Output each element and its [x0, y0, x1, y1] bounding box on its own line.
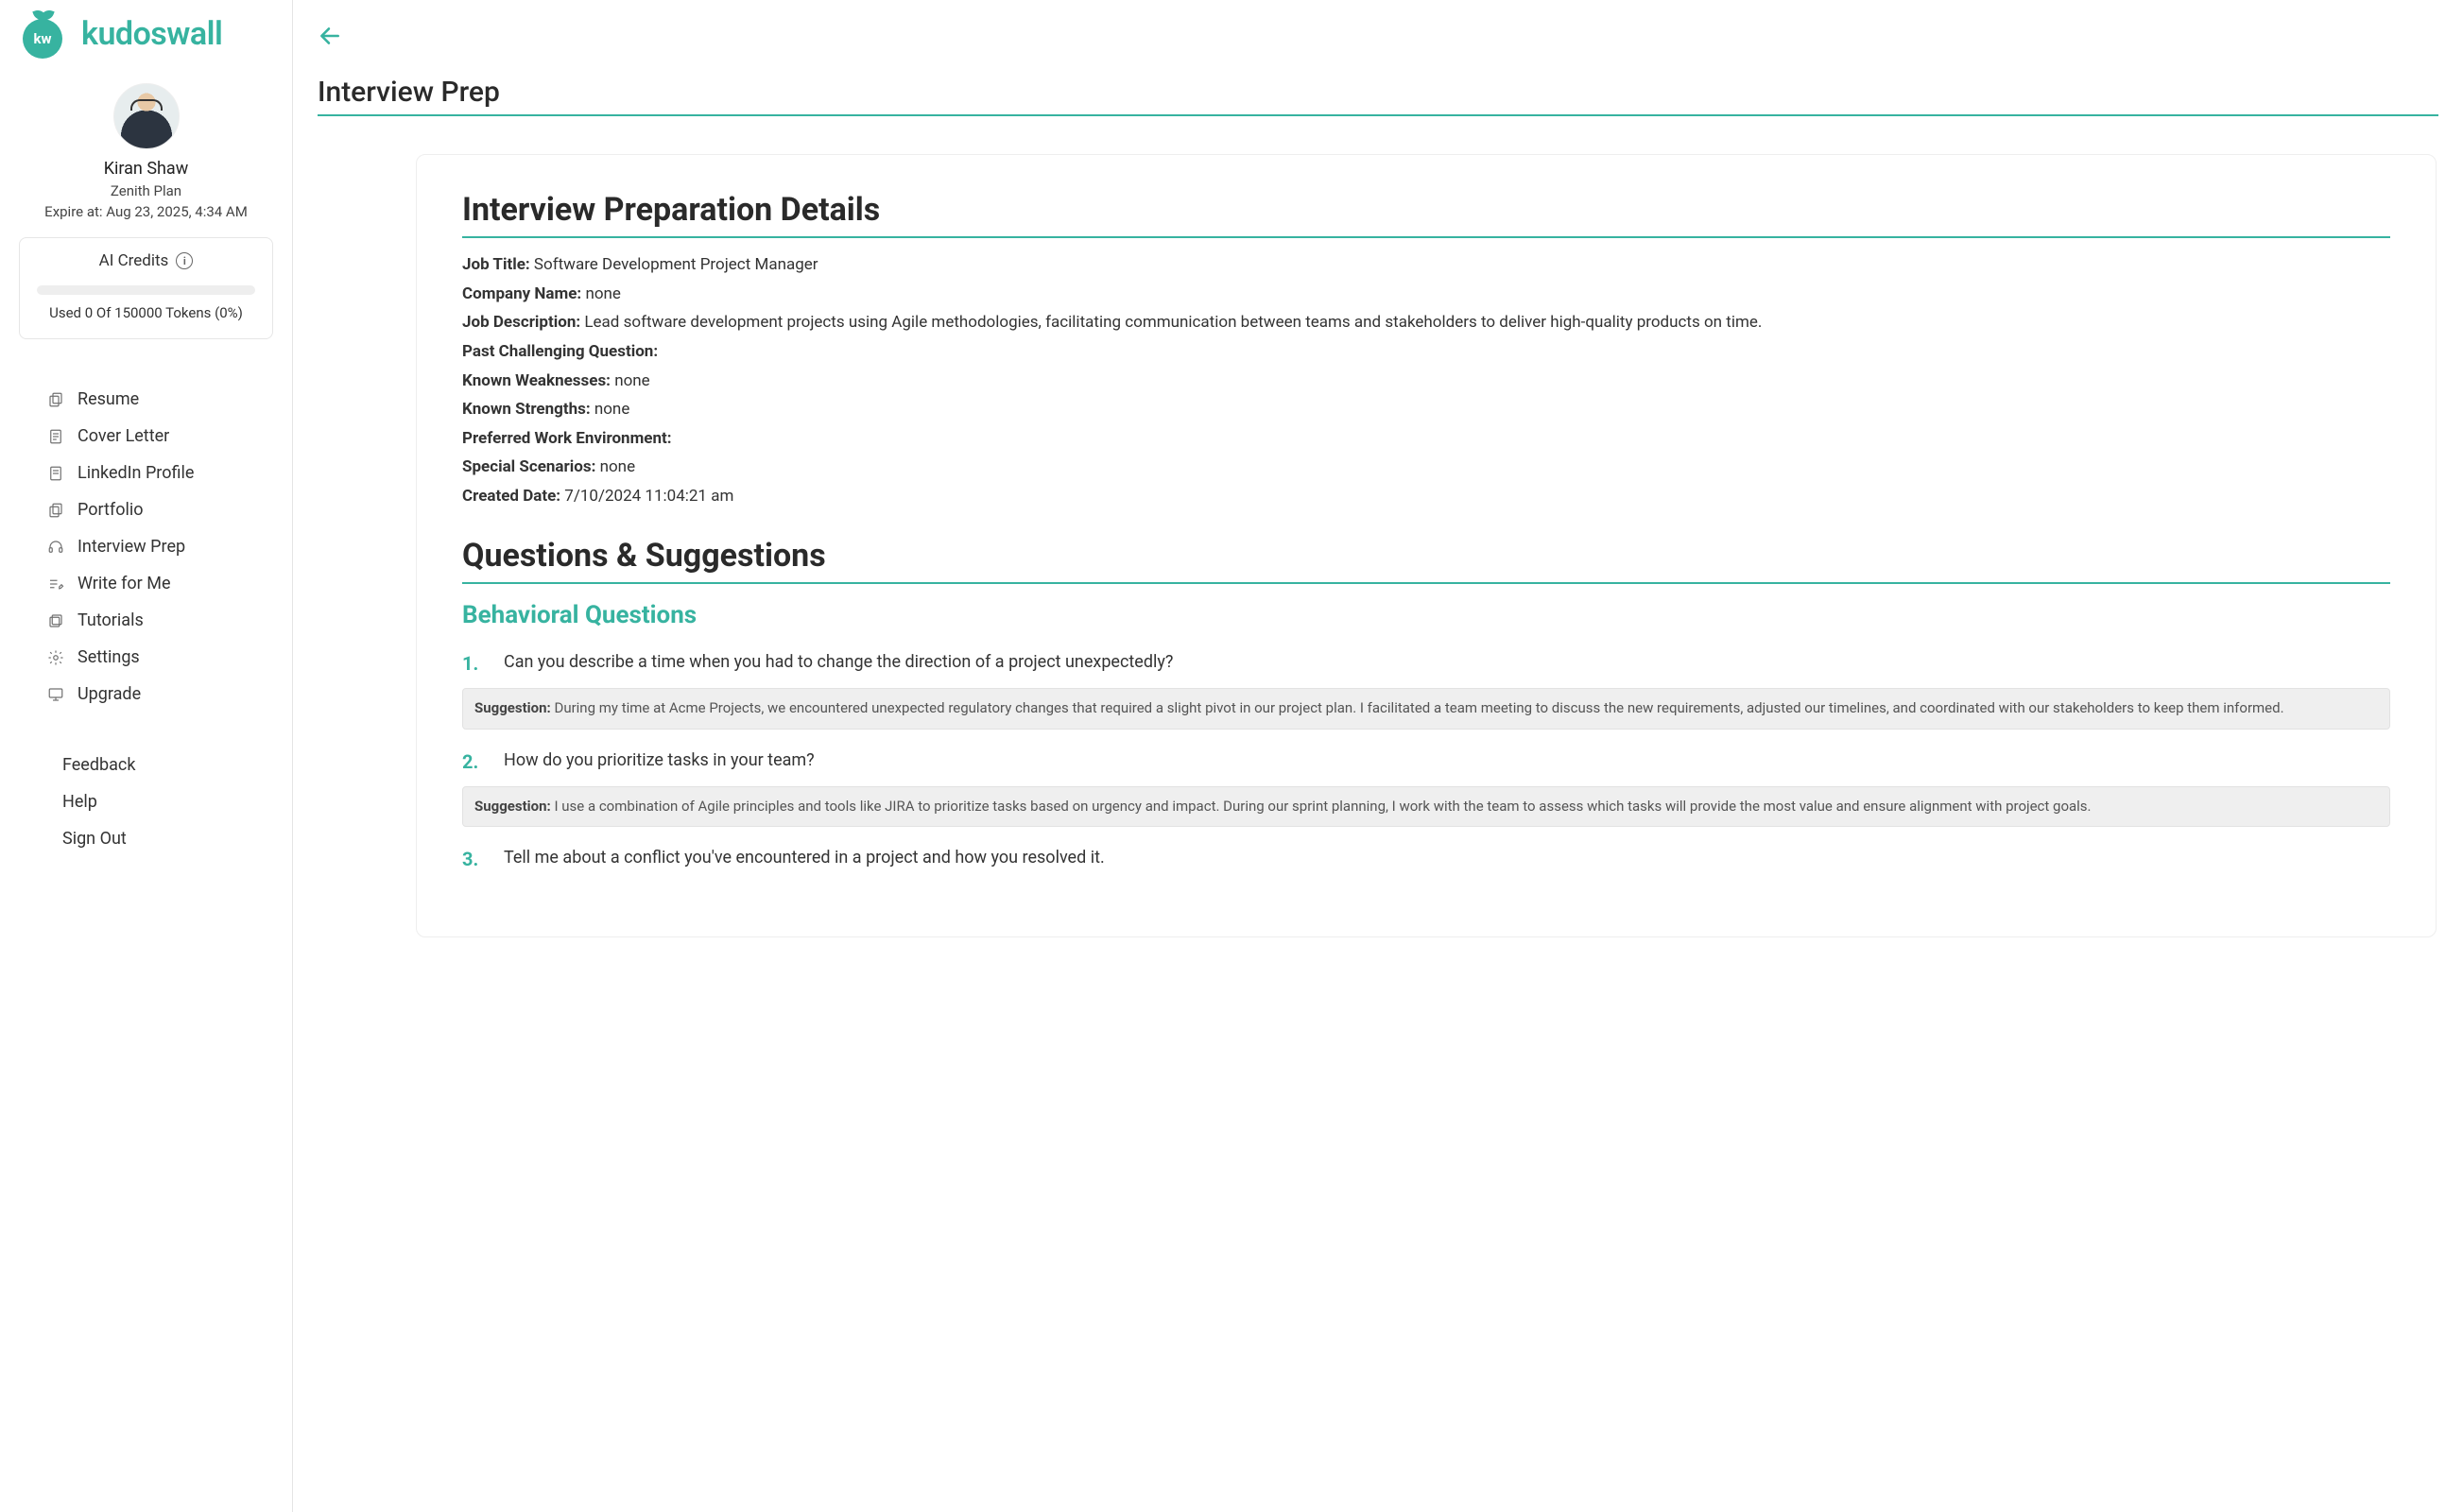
kv-value: none [614, 371, 650, 390]
question-block: 1. Can you describe a time when you had … [462, 652, 2390, 730]
footer-feedback[interactable]: Feedback [19, 748, 273, 782]
kv-label: Special Scenarios: [462, 457, 595, 476]
question-text: How do you prioritize tasks in your team… [504, 750, 815, 770]
question-text: Can you describe a time when you had to … [504, 652, 1173, 672]
document-icon [47, 465, 64, 482]
sidebar-item-label: Cover Letter [78, 426, 169, 446]
kv-value: 7/10/2024 11:04:21 am [564, 487, 733, 506]
sidebar-item-tutorials[interactable]: Tutorials [19, 604, 273, 637]
brand-logo[interactable]: kw kudoswall [19, 9, 273, 64]
ai-credits-title: AI Credits [99, 251, 169, 270]
kv-label: Company Name: [462, 284, 581, 303]
sidebar-nav: Resume Cover Letter LinkedIn Profile Por… [19, 383, 273, 711]
plan-name: Zenith Plan [19, 182, 273, 199]
details-card: Interview Preparation Details Job Title:… [416, 154, 2437, 937]
kv-label: Known Weaknesses: [462, 371, 611, 390]
kv-value: Software Development Project Manager [534, 255, 818, 274]
document-icon [47, 428, 64, 445]
gear-icon [47, 649, 64, 666]
ai-credits-usage: Used 0 Of 150000 Tokens (0%) [33, 304, 259, 321]
sidebar-item-label: Resume [78, 389, 139, 409]
write-icon [47, 576, 64, 593]
brand-mark-icon: kw [19, 9, 68, 59]
brand-wordmark: kudoswall [81, 15, 222, 53]
ai-credits-progress [37, 285, 255, 295]
sidebar-item-label: LinkedIn Profile [78, 463, 194, 483]
suggestion-text: I use a combination of Agile principles … [554, 798, 2091, 815]
sidebar: kw kudoswall Kiran Shaw Zenith Plan Expi… [0, 0, 293, 1512]
sidebar-footer: Feedback Help Sign Out [19, 748, 273, 855]
question-text: Tell me about a conflict you've encounte… [504, 848, 1105, 868]
suggestion-box: Suggestion: During my time at Acme Proje… [462, 688, 2390, 730]
kv-label: Job Title: [462, 255, 530, 274]
sidebar-item-label: Settings [78, 647, 140, 667]
kv-label: Preferred Work Environment: [462, 429, 672, 448]
sidebar-item-settings[interactable]: Settings [19, 641, 273, 674]
user-name: Kiran Shaw [19, 159, 273, 179]
sidebar-item-write-for-me[interactable]: Write for Me [19, 567, 273, 600]
back-button[interactable] [318, 21, 348, 51]
sidebar-item-label: Interview Prep [78, 537, 185, 557]
page-title: Interview Prep [318, 76, 2438, 116]
sidebar-item-label: Tutorials [78, 610, 144, 630]
sidebar-item-label: Upgrade [78, 684, 141, 704]
suggestion-label: Suggestion: [474, 798, 551, 815]
arrow-left-icon [318, 24, 342, 48]
main-content: Interview Prep Interview Preparation Det… [293, 0, 2463, 1512]
kv-value: none [594, 400, 630, 419]
monitor-icon [47, 686, 64, 703]
details-heading: Interview Preparation Details [462, 191, 2390, 238]
qs-heading: Questions & Suggestions [462, 537, 2390, 584]
suggestion-label: Suggestion: [474, 699, 551, 716]
kv-label: Known Strengths: [462, 400, 591, 419]
kv-label: Job Description: [462, 313, 580, 332]
sidebar-item-label: Write for Me [78, 574, 171, 593]
question-block: 3. Tell me about a conflict you've encou… [462, 848, 2390, 870]
kv-value: Lead software development projects using… [584, 313, 1762, 332]
profile-block: Kiran Shaw Zenith Plan Expire at: Aug 23… [19, 83, 273, 220]
kv-value: none [585, 284, 621, 303]
question-number: 2. [462, 750, 485, 773]
expire-at: Expire at: Aug 23, 2025, 4:34 AM [19, 203, 273, 220]
sidebar-item-cover-letter[interactable]: Cover Letter [19, 420, 273, 453]
question-number: 3. [462, 848, 485, 870]
sidebar-item-linkedin[interactable]: LinkedIn Profile [19, 456, 273, 490]
copy-icon [47, 502, 64, 519]
copy-icon [47, 391, 64, 408]
details-kv-list: Job Title: Software Development Project … [462, 253, 2390, 508]
suggestion-box: Suggestion: I use a combination of Agile… [462, 786, 2390, 828]
sidebar-item-label: Portfolio [78, 500, 143, 520]
layers-icon [47, 612, 64, 629]
avatar[interactable] [113, 83, 180, 149]
kv-label: Created Date: [462, 487, 560, 506]
footer-help[interactable]: Help [19, 785, 273, 818]
sidebar-item-resume[interactable]: Resume [19, 383, 273, 416]
headset-icon [47, 539, 64, 556]
ai-credits-card: AI Credits i Used 0 Of 150000 Tokens (0%… [19, 237, 273, 339]
info-icon[interactable]: i [176, 252, 193, 269]
question-block: 2. How do you prioritize tasks in your t… [462, 750, 2390, 828]
kv-label: Past Challenging Question: [462, 342, 658, 361]
behavioral-heading: Behavioral Questions [462, 601, 2390, 629]
footer-signout[interactable]: Sign Out [19, 822, 273, 855]
sidebar-item-upgrade[interactable]: Upgrade [19, 678, 273, 711]
suggestion-text: During my time at Acme Projects, we enco… [554, 699, 2283, 716]
question-number: 1. [462, 652, 485, 675]
sidebar-item-portfolio[interactable]: Portfolio [19, 493, 273, 526]
sidebar-item-interview-prep[interactable]: Interview Prep [19, 530, 273, 563]
kv-value: none [600, 457, 636, 476]
